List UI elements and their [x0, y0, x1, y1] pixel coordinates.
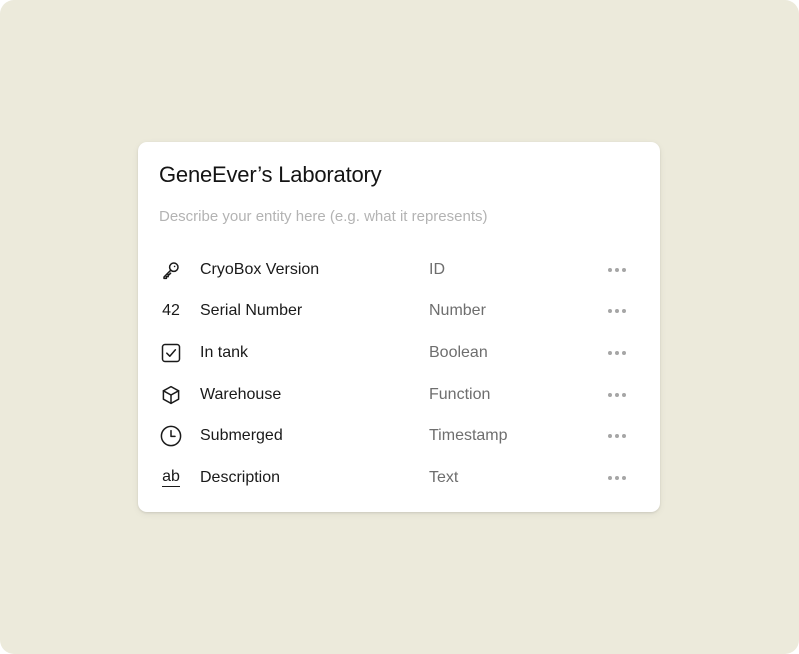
field-name: In tank [200, 343, 249, 361]
field-name: Warehouse [200, 385, 282, 403]
more-dots-icon [608, 434, 626, 439]
field-row[interactable]: Warehouse Function [138, 374, 660, 416]
more-options-button[interactable] [604, 471, 630, 485]
more-options-button[interactable] [604, 346, 630, 360]
more-options-button[interactable] [604, 388, 630, 402]
field-type: ID [429, 260, 445, 278]
more-dots-icon [608, 475, 626, 480]
number-icon: 42 [159, 299, 183, 323]
field-list: CryoBox Version ID 42 Serial Number Numb… [138, 249, 660, 499]
canvas-background: GeneEver’s Laboratory CryoBox Version ID [0, 0, 799, 654]
more-dots-icon [608, 267, 626, 272]
entity-card: GeneEver’s Laboratory CryoBox Version ID [138, 142, 660, 512]
more-options-button[interactable] [604, 429, 630, 443]
cube-icon [159, 383, 183, 407]
field-type: Text [429, 468, 459, 486]
field-type: Number [429, 302, 486, 320]
field-name: Description [200, 468, 281, 486]
more-options-button[interactable] [604, 263, 630, 277]
more-dots-icon [608, 309, 626, 314]
field-name: Serial Number [200, 302, 303, 320]
field-type: Boolean [429, 343, 488, 361]
text-icon-glyph: ab [162, 467, 180, 487]
text-icon: ab [159, 466, 183, 490]
field-row[interactable]: 42 Serial Number Number [138, 291, 660, 333]
entity-description-input[interactable] [159, 206, 639, 226]
field-name: Submerged [200, 427, 283, 445]
field-row[interactable]: CryoBox Version ID [138, 249, 660, 291]
entity-title[interactable]: GeneEver’s Laboratory [159, 162, 382, 188]
field-name: CryoBox Version [200, 260, 320, 278]
number-icon-glyph: 42 [162, 302, 180, 320]
clock-icon [159, 424, 183, 448]
key-icon [159, 258, 183, 282]
more-options-button[interactable] [604, 304, 630, 318]
field-type: Function [429, 385, 491, 403]
checkbox-icon [159, 341, 183, 365]
field-row[interactable]: ab Description Text [138, 457, 660, 499]
more-dots-icon [608, 350, 626, 355]
field-row[interactable]: In tank Boolean [138, 332, 660, 374]
field-row[interactable]: Submerged Timestamp [138, 415, 660, 457]
field-type: Timestamp [429, 427, 508, 445]
more-dots-icon [608, 392, 626, 397]
